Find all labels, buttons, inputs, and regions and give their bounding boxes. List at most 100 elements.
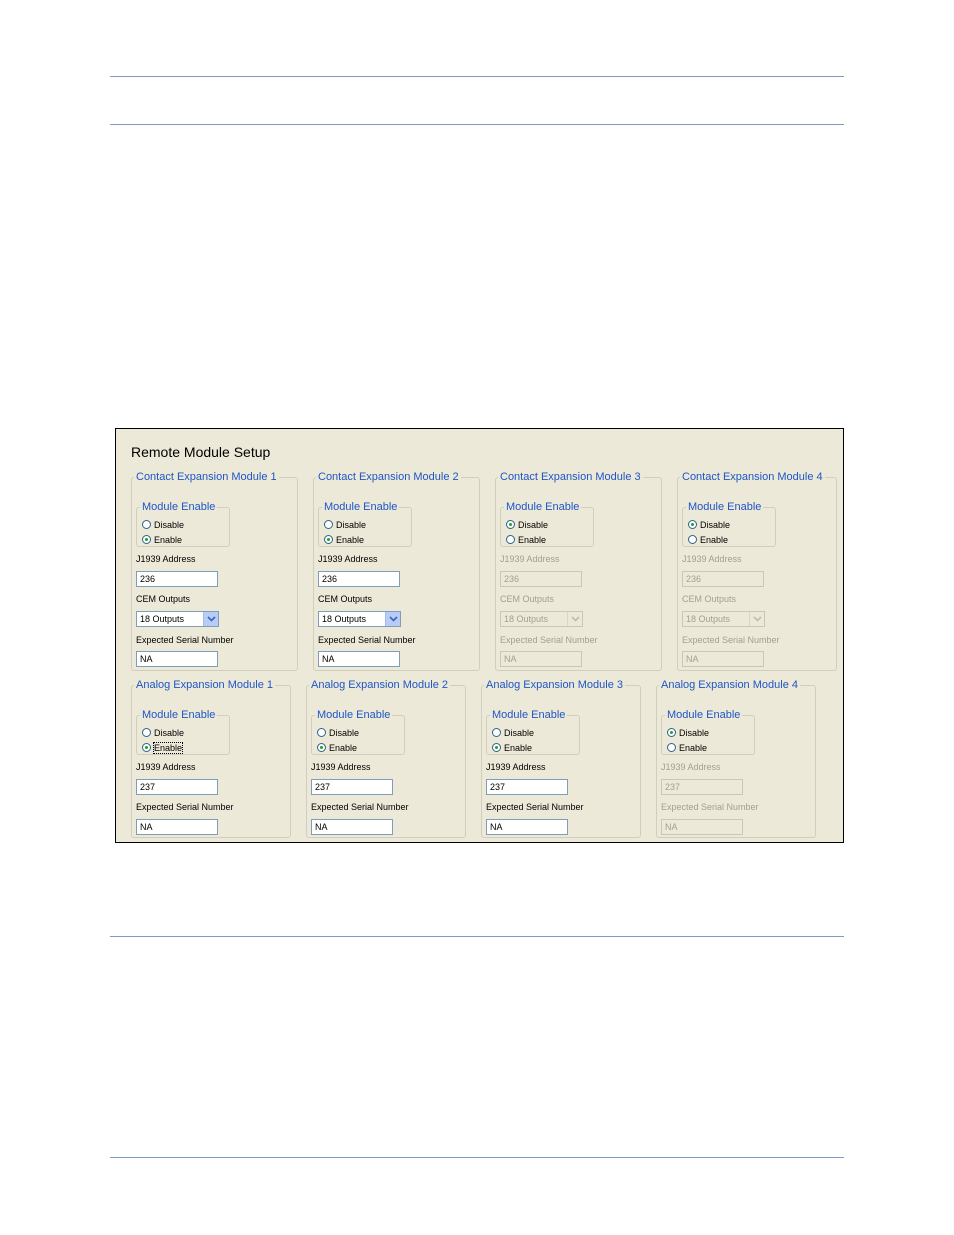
cem-outputs-select[interactable]: 18 Outputs (136, 611, 219, 627)
expected-serial-label: Expected Serial Number (136, 802, 234, 812)
j1939-address-input[interactable]: 236 (136, 571, 218, 587)
radio-button-icon (492, 728, 501, 737)
expected-serial-input[interactable]: NA (136, 819, 218, 835)
expected-serial-label: Expected Serial Number (500, 635, 598, 645)
contact-expansion-module-2: Contact Expansion Module 2 Module Enable… (313, 471, 480, 671)
cem-outputs-label: CEM Outputs (682, 594, 737, 604)
disable-radio[interactable]: Disable (317, 726, 359, 739)
module-enable-group: Module Enable Disable Enable (311, 709, 405, 755)
top-rule-1 (110, 76, 844, 77)
contact-expansion-module-4: Contact Expansion Module 4 Module Enable… (677, 471, 837, 671)
module-title: Contact Expansion Module 3 (500, 471, 641, 483)
disable-radio[interactable]: Disable (688, 518, 730, 531)
contact-expansion-module-3: Contact Expansion Module 3 Module Enable… (495, 471, 662, 671)
expected-serial-input[interactable]: NA (318, 651, 400, 667)
enable-radio[interactable]: Enable (324, 533, 364, 546)
remote-module-setup-panel: Remote Module Setup Contact Expansion Mo… (115, 428, 844, 843)
disable-radio[interactable]: Disable (142, 518, 184, 531)
disable-radio[interactable]: Disable (324, 518, 366, 531)
module-enable-label: Module Enable (667, 709, 741, 721)
enable-radio[interactable]: Enable (317, 741, 357, 754)
cem-outputs-label: CEM Outputs (318, 594, 373, 604)
disable-radio[interactable]: Disable (506, 518, 548, 531)
analog-expansion-module-2: Analog Expansion Module 2 Module Enable … (306, 679, 466, 838)
module-enable-label: Module Enable (142, 501, 216, 513)
disable-radio[interactable]: Disable (142, 726, 184, 739)
j1939-address-input[interactable]: 237 (311, 779, 393, 795)
expected-serial-input[interactable]: NA (311, 819, 393, 835)
chevron-down-icon[interactable] (385, 612, 400, 626)
j1939-address-input[interactable]: 237 (136, 779, 218, 795)
module-title: Analog Expansion Module 2 (311, 679, 448, 691)
module-enable-group: Module Enable Disable Enable (661, 709, 755, 755)
j1939-address-label: J1939 Address (311, 762, 371, 772)
enable-radio[interactable]: Enable (506, 533, 546, 546)
radio-button-icon (667, 743, 676, 752)
expected-serial-label: Expected Serial Number (682, 635, 780, 645)
enable-radio[interactable]: Enable (667, 741, 707, 754)
analog-expansion-module-1: Analog Expansion Module 1 Module Enable … (131, 679, 291, 838)
contact-expansion-module-1: Contact Expansion Module 1 Module Enable… (131, 471, 298, 671)
module-title: Analog Expansion Module 3 (486, 679, 623, 691)
module-enable-group: Module Enable Disable Enable (682, 501, 776, 547)
expected-serial-input[interactable]: NA (486, 819, 568, 835)
enable-radio[interactable]: Enable (142, 533, 182, 546)
enable-radio[interactable]: Enable (142, 741, 184, 754)
j1939-address-label: J1939 Address (136, 554, 196, 564)
cem-outputs-select[interactable]: 18 Outputs (318, 611, 401, 627)
module-title: Contact Expansion Module 2 (318, 471, 459, 483)
middle-rule (110, 936, 844, 937)
module-title: Contact Expansion Module 1 (136, 471, 277, 483)
radio-button-icon (317, 728, 326, 737)
cem-outputs-value: 18 Outputs (322, 614, 367, 624)
module-title: Contact Expansion Module 4 (682, 471, 823, 483)
radio-button-icon (142, 743, 151, 752)
j1939-address-input[interactable]: 236 (318, 571, 400, 587)
cem-outputs-value: 18 Outputs (140, 614, 185, 624)
module-enable-group: Module Enable Disable Enable (136, 501, 230, 547)
module-title: Analog Expansion Module 4 (661, 679, 798, 691)
expected-serial-input[interactable]: NA (136, 651, 218, 667)
j1939-address-label: J1939 Address (318, 554, 378, 564)
j1939-address-label: J1939 Address (136, 762, 196, 772)
disable-radio[interactable]: Disable (492, 726, 534, 739)
radio-button-icon (688, 520, 697, 529)
disable-radio[interactable]: Disable (667, 726, 709, 739)
cem-outputs-label: CEM Outputs (136, 594, 191, 604)
expected-serial-label: Expected Serial Number (311, 802, 409, 812)
cem-outputs-value: 18 Outputs (504, 614, 549, 624)
module-enable-label: Module Enable (492, 709, 566, 721)
radio-button-icon (142, 520, 151, 529)
module-enable-label: Module Enable (324, 501, 398, 513)
cem-outputs-value: 18 Outputs (686, 614, 731, 624)
chevron-down-icon[interactable] (203, 612, 218, 626)
module-enable-group: Module Enable Disable Enable (500, 501, 594, 547)
radio-button-icon (142, 535, 151, 544)
panel-title: Remote Module Setup (131, 444, 271, 460)
chevron-down-icon (749, 612, 764, 626)
analog-expansion-module-3: Analog Expansion Module 3 Module Enable … (481, 679, 641, 838)
module-enable-label: Module Enable (688, 501, 762, 513)
radio-button-icon (492, 743, 501, 752)
j1939-address-label: J1939 Address (486, 762, 546, 772)
radio-button-icon (324, 535, 333, 544)
j1939-address-label: J1939 Address (661, 762, 721, 772)
radio-button-icon (667, 728, 676, 737)
radio-button-icon (317, 743, 326, 752)
radio-button-icon (324, 520, 333, 529)
expected-serial-input: NA (682, 651, 764, 667)
module-enable-label: Module Enable (142, 709, 216, 721)
j1939-address-input[interactable]: 237 (486, 779, 568, 795)
expected-serial-input: NA (500, 651, 582, 667)
cem-outputs-select: 18 Outputs (682, 611, 765, 627)
module-enable-group: Module Enable Disable Enable (136, 709, 230, 755)
radio-button-icon (688, 535, 697, 544)
module-enable-label: Module Enable (506, 501, 580, 513)
expected-serial-input: NA (661, 819, 743, 835)
expected-serial-label: Expected Serial Number (661, 802, 759, 812)
module-enable-label: Module Enable (317, 709, 391, 721)
cem-outputs-select: 18 Outputs (500, 611, 583, 627)
enable-radio[interactable]: Enable (688, 533, 728, 546)
enable-radio[interactable]: Enable (492, 741, 532, 754)
bottom-rule (110, 1157, 844, 1158)
